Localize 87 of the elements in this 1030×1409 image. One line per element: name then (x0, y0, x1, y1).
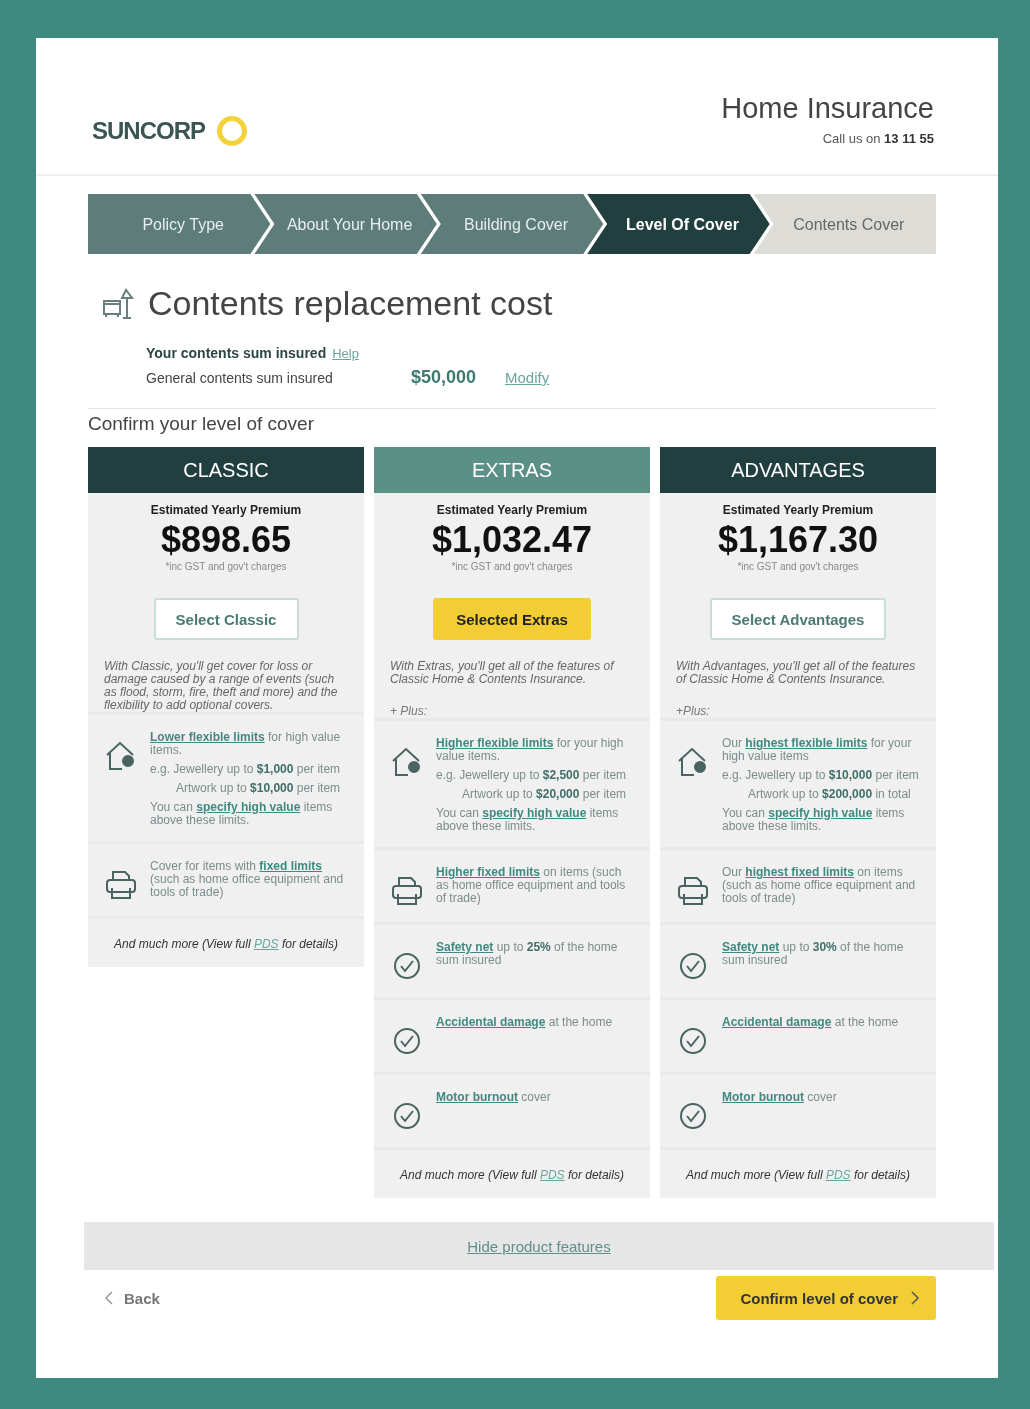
feature-text: Safety net up to 25% of the home sum insured (436, 941, 619, 967)
hide-features-link[interactable]: Hide product features (467, 1237, 611, 1255)
printer-icon (390, 874, 424, 908)
feature-link[interactable]: Safety net (436, 940, 494, 954)
pds-link[interactable]: PDS (539, 1168, 565, 1182)
feature-text: Higher flexible limits for your high value items. (436, 737, 625, 763)
feature-link[interactable]: Higher flexible limits (436, 736, 554, 750)
progress-step: Building Cover (420, 194, 604, 254)
feature-link[interactable]: fixed limits (259, 859, 323, 873)
plan-description: With Advantages, you'll get all of the features of Classic Home & Contents Insurance. (675, 658, 917, 686)
feature-text: Accidental damage at the home (722, 1016, 899, 1029)
chevron-right-icon (910, 1291, 920, 1305)
more-text: And much more (View full PDS for details) (660, 1147, 936, 1198)
feature-text: Motor burnout cover (436, 1091, 551, 1104)
price-note: *inc GST and gov't charges (451, 561, 573, 572)
feature-text: Motor burnout cover (722, 1091, 837, 1104)
feature-text: Artwork up to $200,000 in total (747, 788, 912, 801)
sum-amount: $50,000 (411, 367, 478, 388)
progress-step: Contents Cover (753, 194, 937, 254)
feature-text: e.g. Jewellery up to $10,000 per item (722, 769, 920, 782)
chevron-left-icon (104, 1291, 114, 1305)
feature-text: Lower flexible limits for high value items. (150, 731, 342, 757)
premium-price: $898.65 (160, 519, 292, 561)
feature-link[interactable]: Lower flexible limits (150, 730, 265, 744)
sun-icon (215, 114, 249, 148)
feature-link[interactable]: specify high value (482, 806, 587, 820)
select-plan-button[interactable]: Select Classic (153, 598, 299, 640)
feature-link[interactable]: Safety net (722, 940, 780, 954)
feature-link[interactable]: highest flexible limits (745, 736, 868, 750)
plan-description: With Extras, you'll get all of the features of Classic Home & Contents Insurance. (389, 658, 616, 686)
feature-link[interactable]: Motor burnout (722, 1090, 804, 1104)
feature-link[interactable]: specify high value (768, 806, 873, 820)
progress-step: Policy Type (88, 194, 271, 254)
feature-text: Cover for items with fixed limits (such as home office equipment and tools of trade) (150, 860, 345, 899)
feature-text: You can specify high value items above these limits. (722, 807, 906, 833)
feature-link[interactable]: Accidental damage (436, 1015, 546, 1029)
more-text: And much more (View full PDS for details) (88, 916, 364, 967)
feature-text: Artwork up to $20,000 per item (461, 788, 628, 801)
furniture-icon (102, 287, 136, 320)
plus-label: +Plus: (675, 703, 711, 718)
progress-step: Level Of Cover (587, 194, 770, 254)
plan-header: EXTRAS (374, 447, 650, 493)
feature-link[interactable]: highest fixed limits (745, 865, 855, 879)
premium-price: $1,032.47 (431, 519, 593, 561)
modify-link[interactable]: Modify (505, 369, 550, 386)
more-text: And much more (View full PDS for details) (374, 1147, 650, 1198)
feature-text: Artwork up to $10,000 per item (175, 782, 342, 795)
confirm-button[interactable]: Confirm level of cover (716, 1276, 936, 1320)
field-label: General contents sum insured (146, 370, 334, 386)
feature-link[interactable]: specify high value (196, 800, 301, 814)
feature-text: Safety net up to 30% of the home sum insured (722, 941, 905, 967)
feature-text: Our highest flexible limits for your high value items (722, 737, 913, 763)
feature-link[interactable]: Higher fixed limits (436, 865, 541, 879)
field-label: Your contents sum insured (146, 345, 327, 361)
feature-text: e.g. Jewellery up to $2,500 per item (436, 769, 628, 782)
help-link[interactable]: Help (332, 346, 359, 361)
price-note: *inc GST and gov't charges (737, 561, 859, 572)
feature-link[interactable]: Accidental damage (722, 1015, 832, 1029)
feature-text: Our highest fixed limits on items (such as home office equipment and tools of trade) (722, 866, 917, 905)
section-title: Contents replacement cost (148, 284, 553, 323)
pds-link[interactable]: PDS (253, 937, 279, 951)
plan-header: ADVANTAGES (660, 447, 936, 493)
premium-label: Estimated Yearly Premium (436, 503, 588, 517)
brand-logo: SUNCORP (92, 117, 205, 145)
feature-link[interactable]: Motor burnout (436, 1090, 518, 1104)
premium-price: $1,167.30 (717, 519, 879, 561)
plan-description: With Classic, you'll get cover for loss or damage caused by a range of events (such as flood, storm, fire, theft and more) and the flexibility to add optional covers. (103, 658, 339, 712)
feature-text: e.g. Jewellery up to $1,000 per item (150, 763, 342, 776)
printer-icon (104, 868, 138, 902)
premium-label: Estimated Yearly Premium (722, 503, 874, 517)
back-button[interactable]: Back (104, 1289, 160, 1307)
phone-text: Call us on 13 11 55 (821, 131, 934, 146)
pds-link[interactable]: PDS (825, 1168, 851, 1182)
feature-text: You can specify high value items above these limits. (150, 801, 334, 827)
plus-label: + Plus: (389, 703, 429, 718)
section-heading: Confirm your level of cover (88, 413, 315, 435)
feature-text: You can specify high value items above these limits. (436, 807, 620, 833)
select-plan-button[interactable]: Select Advantages (709, 598, 887, 640)
plan-header: CLASSIC (88, 447, 364, 493)
feature-text: Accidental damage at the home (436, 1016, 613, 1029)
printer-icon (676, 874, 710, 908)
premium-label: Estimated Yearly Premium (150, 503, 302, 517)
page-heading: Home Insurance (721, 92, 934, 125)
price-note: *inc GST and gov't charges (165, 561, 287, 572)
progress-step: About Your Home (254, 194, 437, 254)
select-plan-button[interactable]: Selected Extras (433, 598, 591, 640)
feature-text: Higher fixed limits on items (such as home office equipment and tools of trade) (436, 866, 627, 905)
